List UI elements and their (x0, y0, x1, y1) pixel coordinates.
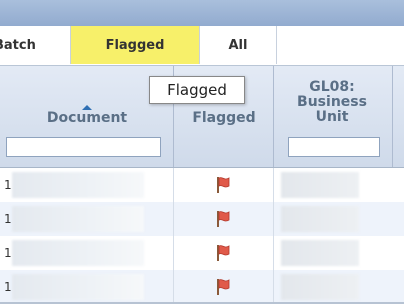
row-divider (173, 236, 174, 270)
gl08-label-line3: Unit (315, 109, 349, 125)
tab-batch[interactable]: Batch (0, 26, 71, 64)
tab-all[interactable]: All (200, 26, 277, 64)
row-divider (273, 168, 274, 202)
table-row[interactable]: 1 (0, 168, 404, 202)
row-divider (173, 202, 174, 236)
document-cell-redacted (12, 206, 144, 232)
document-cell-redacted (12, 240, 144, 266)
column-divider[interactable] (273, 66, 274, 167)
row-divider (273, 270, 274, 304)
row-cell-stub: 1 (4, 178, 12, 192)
column-header-flagged[interactable]: Flagged (175, 110, 273, 126)
row-divider (173, 270, 174, 304)
row-divider (273, 236, 274, 270)
document-cell-redacted (12, 274, 144, 300)
top-toolbar (0, 0, 404, 26)
business-unit-cell-redacted (281, 206, 359, 232)
business-unit-cell-redacted (281, 172, 359, 198)
tab-flagged[interactable]: Flagged (71, 26, 200, 64)
row-cell-stub: 1 (4, 246, 12, 260)
column-header-gl08-business-unit[interactable]: GL08: Business Unit (276, 80, 388, 125)
business-unit-cell-redacted (281, 240, 359, 266)
gl08-label-line1: GL08: (309, 79, 355, 95)
flag-icon[interactable] (213, 243, 233, 263)
table-row[interactable]: 1 (0, 236, 404, 270)
column-divider[interactable] (392, 66, 393, 167)
row-cell-stub: 1 (4, 212, 12, 226)
gl08-filter-input[interactable] (288, 137, 380, 157)
table-row[interactable]: 1 (0, 270, 404, 304)
row-divider (173, 168, 174, 202)
column-header-document[interactable]: Document (10, 110, 164, 126)
tab-bar: Batch Flagged All (0, 26, 404, 66)
business-unit-cell-redacted (281, 274, 359, 300)
tab-bar-filler (277, 26, 404, 64)
document-filter-input[interactable] (6, 137, 161, 157)
flag-icon[interactable] (213, 209, 233, 229)
flag-icon[interactable] (213, 277, 233, 297)
table-row[interactable]: 1 (0, 202, 404, 236)
flag-icon[interactable] (213, 175, 233, 195)
row-divider (273, 202, 274, 236)
gl08-label-line2: Business (297, 94, 367, 110)
flagged-tooltip: Flagged (149, 76, 245, 104)
row-cell-stub: 1 (4, 280, 12, 294)
document-cell-redacted (12, 172, 144, 198)
